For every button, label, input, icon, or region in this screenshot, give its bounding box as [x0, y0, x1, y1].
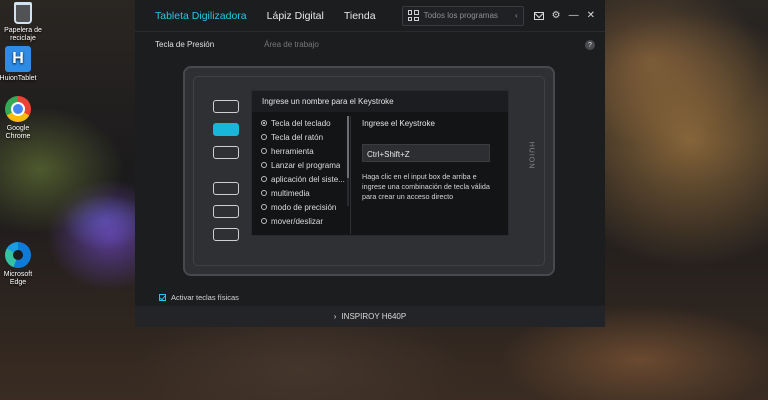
- main-tabs: Tableta Digilizadora Lápiz Digital Tiend…: [155, 10, 376, 22]
- option-multimedia[interactable]: multimedia: [252, 186, 350, 200]
- gear-icon[interactable]: ⚙: [552, 10, 561, 21]
- express-key-3[interactable]: [213, 146, 239, 159]
- activate-keys-label: Activar teclas físicas: [171, 293, 239, 302]
- option-mover-deslizar[interactable]: mover/deslizar: [252, 214, 350, 228]
- desktop-icon-label: HuionTablet: [0, 75, 37, 82]
- express-key-1[interactable]: [213, 100, 239, 113]
- radio-icon: [261, 148, 267, 154]
- desktop-icon-huiontablet[interactable]: H HuionTablet: [0, 46, 41, 83]
- huion-app-window: Tableta Digilizadora Lápiz Digital Tiend…: [135, 0, 605, 327]
- desktop-icon-chrome[interactable]: Google Chrome: [0, 96, 41, 141]
- desktop-icon-label: Papelera de reciclaje: [4, 27, 42, 42]
- express-key-2[interactable]: [213, 123, 239, 136]
- radio-icon: [261, 134, 267, 140]
- tab-tienda[interactable]: Tienda: [344, 10, 376, 22]
- radio-icon: [261, 176, 267, 182]
- chevron-left-icon[interactable]: ‹: [515, 11, 518, 20]
- radio-icon: [261, 190, 267, 196]
- sub-tabs: Tecla de Presión Área de trabajo ?: [135, 32, 605, 56]
- desktop-icon-label: Google Chrome: [5, 125, 31, 140]
- option-lanzar-programa[interactable]: Lanzar el programa: [252, 158, 350, 172]
- help-icon[interactable]: ?: [585, 40, 595, 50]
- desktop-icon-recycle-bin[interactable]: Papelera de reciclaje: [0, 2, 46, 43]
- express-key-5[interactable]: [213, 205, 239, 218]
- express-key-6[interactable]: [213, 228, 239, 241]
- device-footer[interactable]: › INSPIROY H640P: [135, 306, 605, 327]
- activate-keys-toggle[interactable]: Activar teclas físicas: [159, 293, 239, 302]
- radio-icon: [261, 204, 267, 210]
- device-name: INSPIROY H640P: [341, 312, 407, 321]
- subtab-area-trabajo[interactable]: Área de trabajo: [264, 40, 319, 49]
- keystroke-pane: Ingrese el Keystroke Ctrl+Shift+Z Haga c…: [362, 119, 502, 202]
- tab-lapiz[interactable]: Lápiz Digital: [267, 10, 324, 22]
- huion-icon: H: [5, 46, 31, 72]
- window-controls: ⚙ — ✕: [533, 10, 595, 21]
- keystroke-input[interactable]: Ctrl+Shift+Z: [362, 144, 490, 162]
- radio-icon: [261, 120, 267, 126]
- express-key-4[interactable]: [213, 182, 239, 195]
- chrome-icon: [5, 96, 31, 122]
- dialog-divider: [350, 116, 351, 234]
- program-selector[interactable]: Todos los programas ‹: [401, 5, 524, 26]
- edge-icon: [5, 242, 31, 268]
- keystroke-help-text: Haga clic en el input box de arriba e in…: [362, 172, 490, 201]
- dialog-title: Ingrese un nombre para el Keystroke: [252, 91, 508, 112]
- option-herramienta[interactable]: herramienta: [252, 144, 350, 158]
- option-tecla-teclado[interactable]: Tecla del teclado: [252, 116, 350, 130]
- keystroke-dialog: Ingrese un nombre para el Keystroke Tecl…: [251, 90, 509, 236]
- keystroke-title: Ingrese el Keystroke: [362, 119, 435, 128]
- function-type-list: Tecla del teclado Tecla del ratón herram…: [252, 116, 350, 234]
- list-scrollbar-thumb[interactable]: [347, 116, 349, 178]
- brand-logo: HUION: [527, 141, 535, 170]
- radio-icon: [261, 162, 267, 168]
- radio-icon: [261, 218, 267, 224]
- close-icon[interactable]: ✕: [587, 10, 595, 21]
- option-tecla-raton[interactable]: Tecla del ratón: [252, 130, 350, 144]
- mail-icon[interactable]: [533, 11, 544, 20]
- tab-tableta[interactable]: Tableta Digilizadora: [155, 10, 247, 22]
- desktop-icon-label: Microsoft Edge: [3, 271, 33, 286]
- subtab-tecla-presion[interactable]: Tecla de Presión: [155, 40, 214, 49]
- option-aplicacion-sistema[interactable]: aplicación del siste...: [252, 172, 350, 186]
- minimize-icon[interactable]: —: [569, 10, 579, 21]
- desktop-icon-edge[interactable]: Microsoft Edge: [0, 242, 41, 287]
- program-selector-label: Todos los programas: [423, 11, 498, 20]
- recycle-bin-icon: [14, 2, 32, 24]
- title-bar: Tableta Digilizadora Lápiz Digital Tiend…: [135, 0, 605, 32]
- checkbox-checked-icon[interactable]: [159, 294, 166, 301]
- option-modo-precision[interactable]: modo de precisión: [252, 200, 350, 214]
- chevron-right-icon: ›: [333, 312, 337, 321]
- grid-icon: [407, 10, 419, 21]
